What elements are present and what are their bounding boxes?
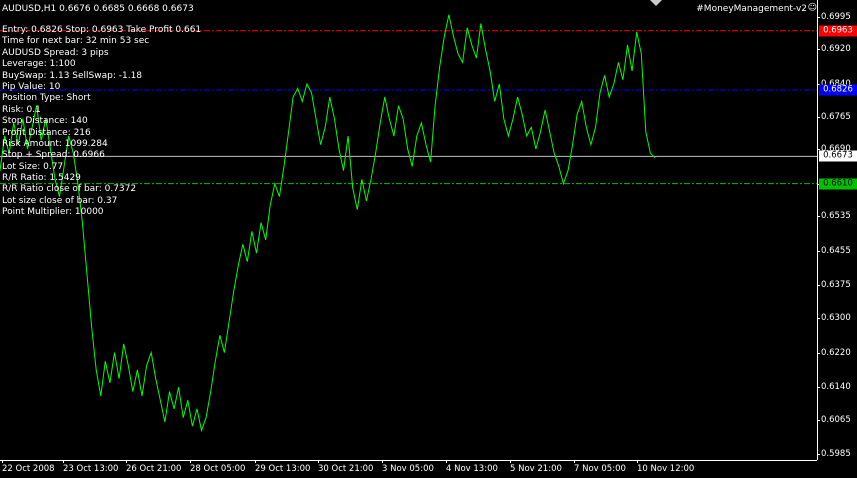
info-line: R/R Ratio close of bar: 0.7372 xyxy=(2,184,137,195)
money-management-panel: Entry: 0.6826 Stop: 0.6963 Take Profit 0… xyxy=(2,25,201,219)
info-line: AUDUSD Spread: 3 pips xyxy=(2,47,109,58)
x-tick-label: 3 Nov 05:00 xyxy=(382,460,434,474)
take_profit-price-tag: 0.6610 xyxy=(819,178,857,190)
x-tick-label: 5 Nov 21:00 xyxy=(510,460,562,474)
info-line: Risk: 0.1 xyxy=(2,104,41,115)
info-line: Point Multiplier: 10000 xyxy=(2,207,104,218)
x-tick-label: 22 Oct 2008 xyxy=(2,460,55,474)
info-line: Stop + Spread: 0.6966 xyxy=(2,150,105,161)
price-axis[interactable]: 0.69950.69200.68400.67650.66900.66100.65… xyxy=(817,0,857,460)
y-tick-label: 0.6765 xyxy=(817,111,851,122)
info-line: Lot size close of bar: 0.37 xyxy=(2,195,118,206)
y-tick-label: 0.6995 xyxy=(817,11,851,22)
info-line: Profit Distance: 216 xyxy=(2,127,91,138)
info-line: Time for next bar: 32 min 53 sec xyxy=(2,36,150,47)
info-line: Entry: 0.6826 Stop: 0.6963 Take Profit 0… xyxy=(2,25,202,35)
entry-price-tag: 0.6826 xyxy=(819,84,857,96)
stop-price-tag: 0.6963 xyxy=(819,25,857,37)
x-tick-label: 7 Nov 05:00 xyxy=(574,460,626,474)
info-line: Risk Amount: 1099.284 xyxy=(2,138,108,149)
x-tick-label: 29 Oct 13:00 xyxy=(255,460,311,474)
y-tick-label: 0.6065 xyxy=(817,414,851,425)
y-tick-label: 0.6140 xyxy=(817,382,851,393)
x-tick-label: 30 Oct 21:00 xyxy=(318,460,374,474)
time-axis[interactable]: 22 Oct 2008 23 Oct 13:00 26 Oct 21:00 28 Oc… xyxy=(0,460,817,478)
y-tick-label: 0.6375 xyxy=(817,280,851,291)
current-price-tag: 0.6673 xyxy=(819,150,857,162)
y-tick-label: 0.6535 xyxy=(817,211,851,222)
x-tick-label: 4 Nov 13:00 xyxy=(446,460,498,474)
x-tick-label: 23 Oct 13:00 xyxy=(63,460,119,474)
y-tick-label: 0.6300 xyxy=(817,312,851,323)
y-tick-label: 0.6920 xyxy=(817,44,851,55)
info-line: Stop Distance: 140 xyxy=(2,116,88,127)
x-tick-label: 26 Oct 21:00 xyxy=(126,460,182,474)
info-line: Lot Size: 0.77 xyxy=(2,161,64,172)
y-tick-label: 0.5985 xyxy=(817,449,851,460)
x-tick-label: 10 Nov 12:00 xyxy=(637,460,695,474)
info-line: R/R Ratio: 1.5429 xyxy=(2,173,81,184)
info-line: Leverage: 1:100 xyxy=(2,59,76,70)
y-tick-label: 0.6455 xyxy=(817,245,851,256)
x-tick-label: 28 Oct 05:00 xyxy=(190,460,246,474)
info-line: Pip Value: 10 xyxy=(2,81,61,92)
info-line: Position Type: Short xyxy=(2,93,91,104)
info-line: BuySwap: 1.13 SellSwap: -1.18 xyxy=(2,70,143,81)
y-tick-label: 0.6220 xyxy=(817,347,851,358)
